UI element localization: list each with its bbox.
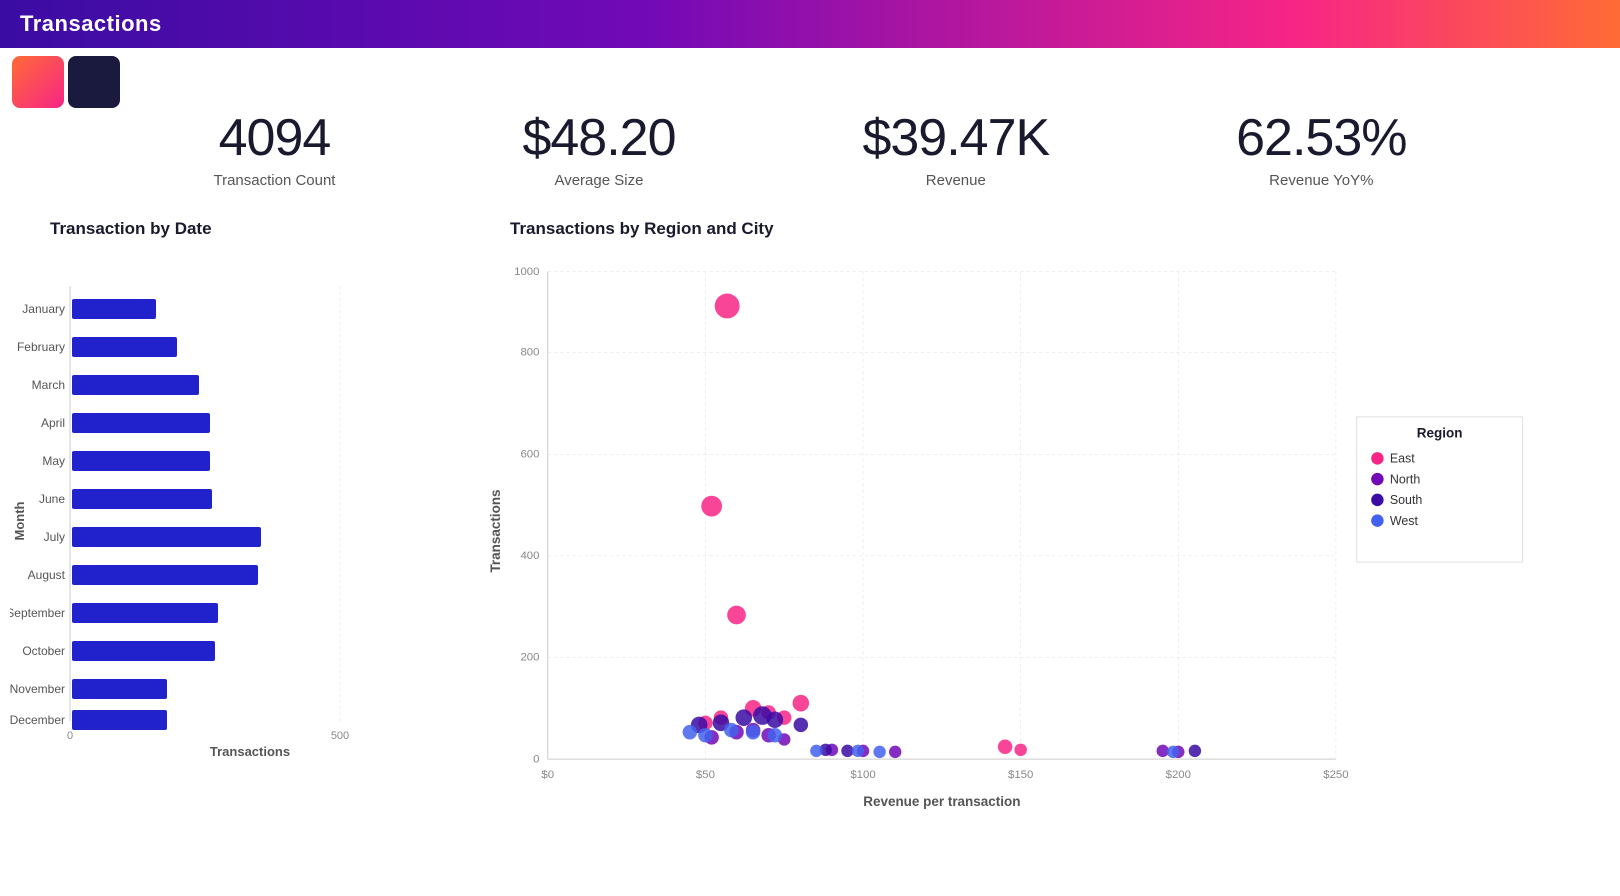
scatter-chart-container: Transactions Revenue per transaction xyxy=(470,251,1590,811)
kpi-transaction-count: 4094 Transaction Count xyxy=(213,108,335,189)
svg-text:North: North xyxy=(1390,472,1420,486)
svg-text:May: May xyxy=(42,454,65,468)
svg-text:$0: $0 xyxy=(541,769,554,781)
svg-text:Transactions: Transactions xyxy=(210,744,290,759)
kpi-row: 4094 Transaction Count $48.20 Average Si… xyxy=(0,78,1620,199)
svg-text:January: January xyxy=(22,302,65,316)
svg-text:0: 0 xyxy=(67,730,73,742)
svg-text:August: August xyxy=(28,568,66,582)
logo-box-orange xyxy=(12,56,64,108)
logo-box-dark xyxy=(68,56,120,108)
svg-text:Month: Month xyxy=(12,501,27,540)
svg-text:$150: $150 xyxy=(1008,769,1033,781)
kpi-average-size-value: $48.20 xyxy=(522,108,675,168)
svg-text:$50: $50 xyxy=(696,769,715,781)
kpi-revenue-value: $39.47K xyxy=(862,108,1049,168)
logo-area xyxy=(0,48,132,116)
kpi-average-size-label: Average Size xyxy=(522,172,675,189)
svg-text:April: April xyxy=(41,416,65,430)
svg-text:600: 600 xyxy=(520,448,539,460)
svg-text:July: July xyxy=(44,530,65,544)
svg-text:$200: $200 xyxy=(1166,769,1191,781)
bar-chart-container: Month Transactions 0 500 January Februar… xyxy=(10,251,430,771)
svg-text:Region: Region xyxy=(1417,426,1463,441)
svg-text:September: September xyxy=(10,606,65,620)
svg-text:0: 0 xyxy=(533,753,539,765)
kpi-average-size: $48.20 Average Size xyxy=(522,108,675,189)
scatter-chart-title: Transactions by Region and City xyxy=(510,219,1590,239)
kpi-revenue-label: Revenue xyxy=(862,172,1049,189)
svg-text:800: 800 xyxy=(520,347,539,359)
kpi-transaction-count-label: Transaction Count xyxy=(213,172,335,189)
svg-text:500: 500 xyxy=(331,730,349,742)
kpi-revenue-yoy-label: Revenue YoY% xyxy=(1236,172,1406,189)
header: Transactions xyxy=(0,0,1620,48)
svg-text:$250: $250 xyxy=(1323,769,1348,781)
svg-text:March: March xyxy=(32,378,65,392)
svg-text:February: February xyxy=(17,340,65,354)
kpi-revenue-yoy: 62.53% Revenue YoY% xyxy=(1236,108,1406,189)
svg-text:Transactions: Transactions xyxy=(488,489,503,572)
scatter-chart-section: Transactions by Region and City Transact… xyxy=(470,219,1590,811)
page-title: Transactions xyxy=(20,11,162,37)
bar-chart-svg: Month Transactions 0 500 January Februar… xyxy=(10,251,430,771)
svg-text:October: October xyxy=(22,644,65,658)
kpi-revenue-yoy-value: 62.53% xyxy=(1236,108,1406,168)
kpi-transaction-count-value: 4094 xyxy=(213,108,335,168)
svg-text:June: June xyxy=(39,492,65,506)
svg-text:$100: $100 xyxy=(850,769,875,781)
svg-text:400: 400 xyxy=(520,550,539,562)
svg-text:South: South xyxy=(1390,493,1423,507)
svg-text:200: 200 xyxy=(520,652,539,664)
svg-text:December: December xyxy=(10,713,65,727)
svg-text:East: East xyxy=(1390,452,1415,466)
scatter-chart-svg: Transactions Revenue per transaction xyxy=(470,251,1590,811)
svg-text:Revenue per transaction: Revenue per transaction xyxy=(863,794,1020,809)
main-content: Transaction by Date Month Transactions 0… xyxy=(0,199,1620,821)
kpi-revenue: $39.47K Revenue xyxy=(862,108,1049,189)
svg-text:West: West xyxy=(1390,514,1419,528)
svg-text:1000: 1000 xyxy=(514,266,539,278)
svg-text:November: November xyxy=(10,682,65,696)
bar-chart-section: Transaction by Date Month Transactions 0… xyxy=(10,219,450,811)
bar-chart-title: Transaction by Date xyxy=(50,219,450,239)
